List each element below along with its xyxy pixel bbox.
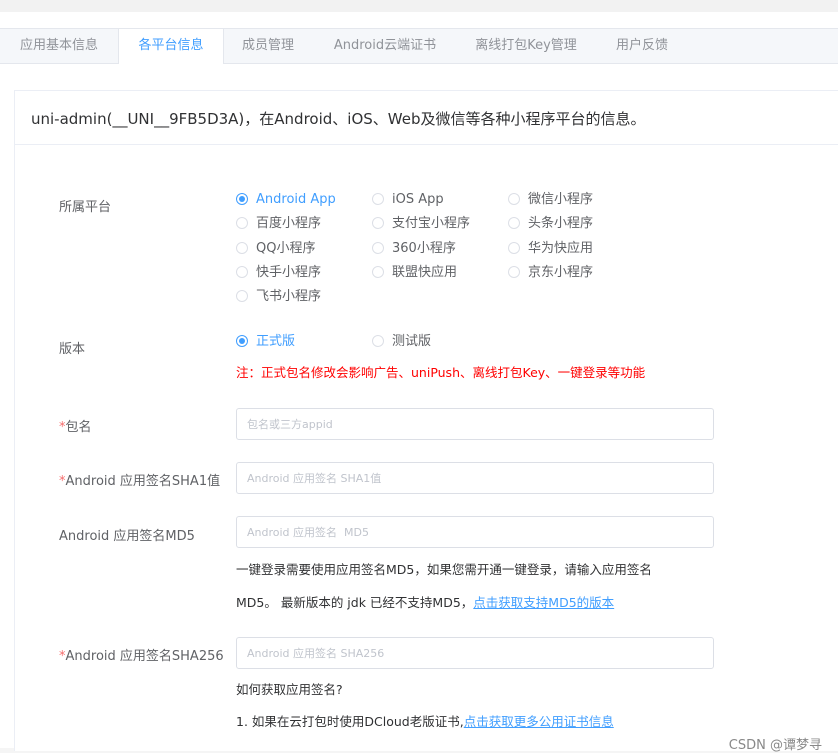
radio-icon — [236, 290, 248, 302]
radio-checked-icon — [236, 193, 248, 205]
radio-icon — [508, 217, 520, 229]
tab-android-cloud-cert[interactable]: Android云端证书 — [314, 29, 456, 63]
sha256-input[interactable] — [236, 637, 714, 669]
radio-icon — [236, 266, 248, 278]
radio-icon — [236, 242, 248, 254]
watermark: CSDN @谭梦寻 — [728, 738, 822, 753]
sha256-label: *Android 应用签名SHA256 — [59, 649, 224, 664]
tab-app-basic-info[interactable]: 应用基本信息 — [0, 29, 118, 63]
radio-icon — [372, 266, 384, 278]
tab-user-feedback[interactable]: 用户反馈 — [596, 29, 688, 63]
md5-input[interactable] — [236, 516, 714, 548]
md5-note-line2: MD5。 最新版本的 jdk 已经不支持MD5，点击获取支持MD5的版本 — [236, 595, 615, 610]
tab-offline-key-management[interactable]: 离线打包Key管理 — [456, 29, 596, 63]
md5-label: Android 应用签名MD5 — [59, 529, 195, 544]
page-content: 应用基本信息 各平台信息 成员管理 Android云端证书 离线打包Key管理 … — [0, 12, 838, 753]
panel-divider — [15, 144, 838, 145]
radio-checked-icon — [236, 335, 248, 347]
radio-icon — [508, 193, 520, 205]
tab-member-management[interactable]: 成员管理 — [222, 29, 314, 63]
sha1-label: *Android 应用签名SHA1值 — [59, 474, 221, 489]
version-warning: 注：正式包名修改会影响广告、uniPush、离线打包Key、一键登录等功能 — [236, 365, 646, 380]
radio-icon — [508, 242, 520, 254]
radio-icon — [508, 266, 520, 278]
sha256-help-title: 如何获取应用签名? — [236, 682, 343, 697]
radio-icon — [236, 217, 248, 229]
sha1-input[interactable] — [236, 462, 714, 494]
radio-icon — [372, 217, 384, 229]
radio-icon — [372, 335, 384, 347]
radio-icon — [372, 242, 384, 254]
radio-icon — [372, 193, 384, 205]
public-cert-info-link[interactable]: 点击获取更多公用证书信息 — [464, 714, 614, 729]
sha256-help-line1: 1. 如果在云打包时使用DCloud老版证书,点击获取更多公用证书信息 — [236, 714, 614, 729]
md5-version-link[interactable]: 点击获取支持MD5的版本 — [473, 595, 614, 610]
tab-bar: 应用基本信息 各平台信息 成员管理 Android云端证书 离线打包Key管理 … — [0, 28, 838, 64]
top-strip — [0, 0, 838, 12]
platform-label: 所属平台 — [59, 200, 112, 215]
tab-platform-info[interactable]: 各平台信息 — [118, 29, 224, 64]
package-input[interactable] — [236, 408, 714, 440]
md5-note-line1: 一键登录需要使用应用签名MD5，如果您需开通一键登录，请输入应用签名 — [236, 562, 652, 577]
panel-title: uni-admin(__UNI__9FB5D3A)，在Android、iOS、W… — [31, 110, 646, 128]
platform-info-panel: uni-admin(__UNI__9FB5D3A)，在Android、iOS、W… — [14, 90, 838, 751]
version-label: 版本 — [59, 342, 86, 357]
package-label: *包名 — [59, 420, 92, 435]
